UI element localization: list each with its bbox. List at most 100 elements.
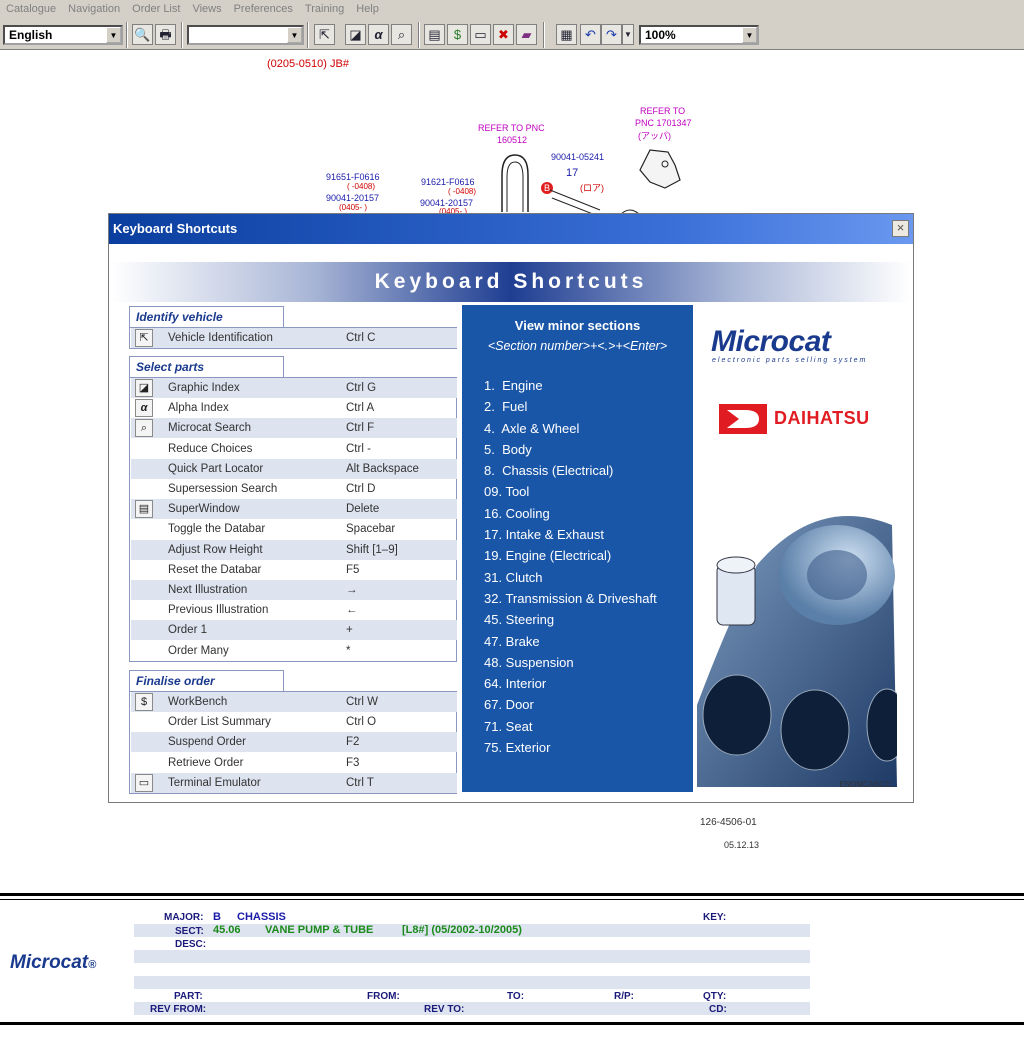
section-title: Select parts	[129, 356, 284, 378]
divider	[0, 1022, 1024, 1025]
chevron-down-icon: ▼	[106, 27, 121, 43]
menu-item-navigation[interactable]: Navigation	[62, 3, 126, 15]
shortcut-key: *	[346, 644, 351, 657]
close-icon[interactable]: ×	[892, 220, 909, 237]
dialog-banner: Keyboard Shortcuts	[111, 262, 911, 302]
menu-item-order-list[interactable]: Order List	[126, 3, 186, 15]
shortcut-key: Ctrl D	[346, 483, 376, 495]
minor-heading: View minor sections	[514, 318, 641, 333]
shortcut-label: Toggle the Databar	[168, 523, 266, 536]
minor-section-item: 2. Fuel	[484, 399, 528, 415]
redo-icon[interactable]: ↷	[601, 24, 622, 45]
drawing-date: 05.12.13	[724, 840, 760, 850]
minor-section-item: 19. Engine (Electrical)	[484, 548, 612, 564]
diagram-header: (0205-0510) JB#	[267, 58, 349, 70]
menu-item-views[interactable]: Views	[186, 3, 227, 15]
chevron-down-icon: ▼	[742, 27, 757, 43]
chevron-down-icon[interactable]: ▼	[622, 24, 634, 45]
alpha-icon[interactable]: α	[368, 24, 389, 45]
vehicle-id-icon[interactable]: ⇱	[314, 24, 335, 45]
shortcut-key: Ctrl F	[346, 422, 375, 435]
shortcut-row: ◪ Graphic Index Ctrl G	[131, 378, 457, 398]
undo-icon[interactable]: ↶	[580, 24, 601, 45]
print-preview-icon[interactable]: 🔍	[132, 24, 153, 45]
shortcut-row: Toggle the Databar Spacebar	[131, 519, 457, 539]
shortcut-row: $ WorkBench Ctrl W	[131, 692, 457, 712]
minor-section-item: 4. Axle & Wheel	[484, 420, 580, 436]
language-select[interactable]: English ▼	[3, 25, 123, 45]
shortcut-label: Alpha Index	[168, 402, 229, 415]
minor-section-item: 45. Steering	[484, 612, 555, 628]
minor-section-item: 32. Transmission & Driveshaft	[484, 590, 657, 606]
shortcut-label: WorkBench	[168, 696, 228, 708]
workbench-icon: $	[135, 693, 153, 711]
notes-icon[interactable]: ▦	[556, 24, 577, 45]
shortcut-label: Suspend Order	[168, 736, 246, 749]
shortcut-row: ▭ Terminal Emulator Ctrl T	[131, 772, 457, 793]
shortcut-row: Order List Summary Ctrl O	[131, 712, 457, 732]
workbench-icon[interactable]: $	[447, 24, 468, 45]
shortcut-row: Quick Part Locator Alt Backspace	[131, 458, 457, 479]
shortcut-key: Ctrl C	[346, 332, 376, 344]
toolbar-separator	[543, 22, 545, 48]
language-value: English	[9, 28, 53, 42]
shortcut-label: Order List Summary	[168, 716, 271, 729]
shortcut-label: Retrieve Order	[168, 756, 244, 769]
shortcut-row: Next Illustration →	[131, 580, 457, 600]
minor-section-item: 48. Suspension	[484, 654, 574, 670]
shortcut-row: Adjust Row Height Shift [1–9]	[131, 539, 457, 560]
divider	[0, 893, 1024, 896]
menu-bar: Catalogue Navigation Order List Views Prefer…	[0, 0, 1024, 18]
shortcut-key: F3	[346, 756, 360, 769]
shortcut-label: Quick Part Locator	[168, 462, 264, 475]
shortcut-key: Delete	[346, 503, 380, 516]
shortcut-row: ⌕ Microcat Search Ctrl F	[131, 418, 457, 439]
minor-section-item: 47. Brake	[484, 633, 540, 649]
book-icon[interactable]: ▰	[516, 24, 537, 45]
minor-section-item: 67. Door	[484, 697, 534, 713]
vehicle-id-icon: ⇱	[135, 329, 153, 347]
toolbar-separator	[307, 22, 309, 48]
shortcut-key: F2	[346, 736, 360, 749]
sect-extra: [L8#] (05/2002-10/2005)	[402, 924, 522, 936]
shortcut-label: Order Many	[168, 644, 229, 657]
menu-item-catalogue[interactable]: Catalogue	[0, 3, 62, 15]
divider	[0, 899, 1024, 900]
minor-section-item: 71. Seat	[484, 718, 533, 734]
shortcut-key: →	[346, 584, 358, 596]
search-select[interactable]: ▼	[187, 25, 304, 45]
superwindow-icon[interactable]: ▤	[424, 24, 445, 45]
shortcut-row: Reset the Databar F5	[131, 560, 457, 580]
minor-section-item: 75. Exterior	[484, 740, 551, 756]
daihatsu-emblem-icon	[719, 404, 767, 434]
shortcut-row: ⇱ Vehicle Identification Ctrl C	[131, 328, 457, 348]
shortcut-label: Previous Illustration	[168, 604, 269, 617]
menu-item-help[interactable]: Help	[350, 3, 385, 15]
minor-section-item: 16. Cooling	[484, 505, 550, 521]
shortcut-label: Terminal Emulator	[168, 776, 261, 789]
daihatsu-logo: DAIHATSU	[719, 404, 884, 434]
shortcut-row: Order Many *	[131, 641, 457, 661]
graphic-index-icon[interactable]: ◪	[345, 24, 366, 45]
minor-section-list: 1. Engine 2. Fuel 4. Axle & Wheel 5. Body 8.…	[484, 378, 657, 761]
print-icon[interactable]: 🖶	[155, 24, 176, 45]
minor-section-item: 31. Clutch	[484, 569, 543, 585]
shortcut-row: Reduce Choices Ctrl -	[131, 439, 457, 459]
search-icon[interactable]: ⌕	[391, 24, 412, 45]
menu-item-training[interactable]: Training	[299, 3, 350, 15]
minor-section-item: 09. Tool	[484, 484, 530, 500]
shortcut-label: Microcat Search	[168, 422, 252, 435]
delete-icon[interactable]: ✖	[493, 24, 514, 45]
zoom-select[interactable]: 100% ▼	[639, 25, 759, 45]
databar: Microcat® MAJOR: B CHASSIS KEY: SECT: 45…	[0, 902, 1024, 1022]
shortcut-key: Alt Backspace	[346, 462, 419, 475]
databar-stripe	[134, 976, 810, 989]
shortcut-label: Next Illustration	[168, 584, 248, 596]
shortcut-key: Ctrl W	[346, 696, 378, 708]
terminal-icon[interactable]: ▭	[470, 24, 491, 45]
menu-item-preferences[interactable]: Preferences	[228, 3, 299, 15]
microcat-footer-logo: Microcat®	[10, 952, 97, 973]
diagram-drawing	[501, 149, 681, 215]
shortcut-row: Retrieve Order F3	[131, 753, 457, 773]
graphic-index-icon: ◪	[135, 379, 153, 397]
